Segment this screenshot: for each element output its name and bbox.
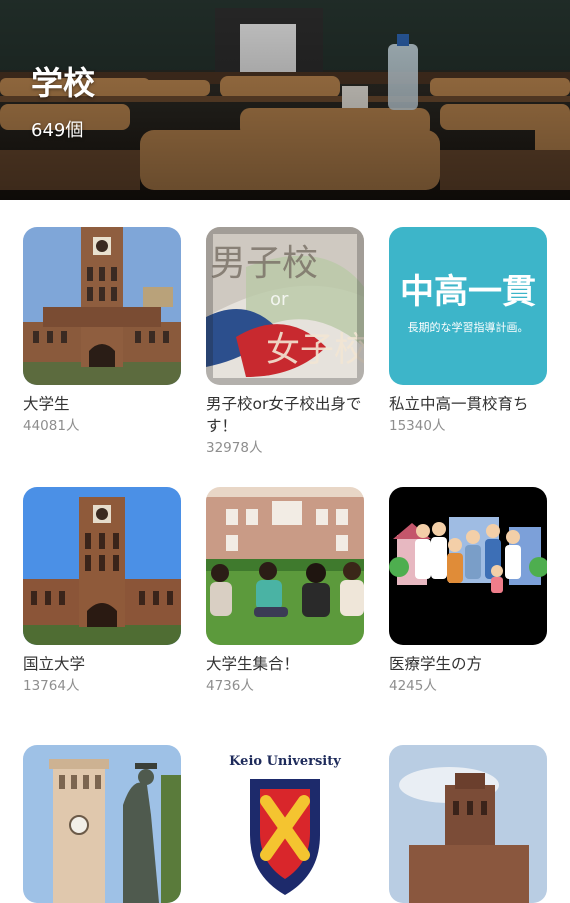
community-card[interactable]: Keio University <box>206 745 366 903</box>
boys-girls-school-image: 男子校 or 女子校 <box>206 227 364 385</box>
medical-illustration <box>389 487 547 645</box>
clock-tower-statue-image <box>23 745 181 903</box>
community-name: 国立大学 <box>23 655 86 673</box>
svg-text:女子校: 女子校 <box>266 330 364 370</box>
svg-text:or: or <box>270 289 289 310</box>
community-thumbnail[interactable]: 男子校 or 女子校 <box>206 227 364 385</box>
community-card[interactable]: 男子校 or 女子校 男子校or女子校出身です！ 32978人 <box>206 227 366 457</box>
category-header: 学校 649個 <box>0 0 570 200</box>
community-card[interactable]: 医療学生の方 4245人 <box>389 487 549 695</box>
community-thumbnail[interactable] <box>23 227 181 385</box>
community-thumbnail[interactable] <box>23 487 181 645</box>
community-card[interactable]: 中高一貫 長期的な学習指導計画。 私立中高一貫校育ち 15340人 <box>389 227 549 435</box>
community-thumbnail[interactable] <box>206 487 364 645</box>
member-count: 15340人 <box>389 418 446 434</box>
svg-text:男子校: 男子校 <box>210 243 318 284</box>
community-card[interactable]: 大学生 44081人 <box>23 227 183 435</box>
brick-tower-image <box>389 745 547 903</box>
item-count: 649個 <box>31 120 84 141</box>
keio-logo-image: Keio University <box>206 745 364 903</box>
community-thumbnail[interactable]: Keio University <box>206 745 364 903</box>
community-name: 大学生集合！ <box>206 655 300 673</box>
community-card[interactable] <box>23 745 183 903</box>
community-card[interactable]: 国立大学 13764人 <box>23 487 183 695</box>
member-count: 4245人 <box>389 678 437 694</box>
page-title: 学校 <box>31 64 96 102</box>
community-name: 私立中高一貫校育ち <box>389 395 529 413</box>
community-thumbnail[interactable] <box>389 487 547 645</box>
member-count: 44081人 <box>23 418 80 434</box>
member-count: 13764人 <box>23 678 80 694</box>
community-thumbnail[interactable]: 中高一貫 長期的な学習指導計画。 <box>389 227 547 385</box>
svg-text:長期的な学習指導計画。: 長期的な学習指導計画。 <box>408 320 529 334</box>
svg-text:Keio University: Keio University <box>229 754 341 769</box>
university-tower-image <box>23 487 181 645</box>
community-card[interactable]: 大学生集合！ 4736人 <box>206 487 366 695</box>
university-tower-image <box>23 227 181 385</box>
students-on-lawn-image <box>206 487 364 645</box>
community-name: 大学生 <box>23 395 70 413</box>
community-name: 男子校or女子校出身です！ <box>206 395 362 435</box>
svg-text:中高一貫: 中高一貫 <box>400 272 536 312</box>
community-thumbnail[interactable] <box>389 745 547 903</box>
member-count: 4736人 <box>206 678 254 694</box>
member-count: 32978人 <box>206 440 263 456</box>
integrated-school-banner: 中高一貫 長期的な学習指導計画。 <box>389 227 547 385</box>
community-card[interactable] <box>389 745 549 903</box>
community-thumbnail[interactable] <box>23 745 181 903</box>
community-name: 医療学生の方 <box>389 655 483 673</box>
